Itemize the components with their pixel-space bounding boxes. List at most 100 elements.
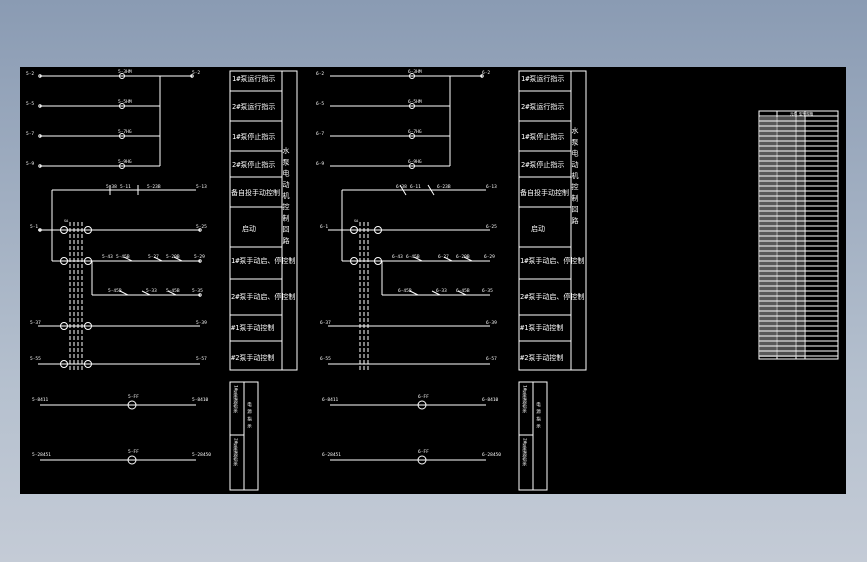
bottom-cell: 1#泵电源指示 xyxy=(233,385,239,413)
right-circuit-panel: 6-2 6-3HM 6-2 6-5 6-5HM 6-7 6-7HG 6-9 6-… xyxy=(316,69,587,491)
wire-label: 5-28451 xyxy=(32,452,51,458)
wire-label: 6-8410 xyxy=(482,397,499,403)
wire-label: 6-37 xyxy=(320,320,331,326)
wire-label: 6-57 xyxy=(486,356,497,362)
desc-cell: 1#泵停止指示 xyxy=(232,132,275,141)
indicator-wires xyxy=(330,73,484,169)
contact-label: 6-27 xyxy=(438,254,449,260)
switch-wire-label: 6-25 xyxy=(486,224,497,230)
wire-label: 6-9 xyxy=(316,161,324,167)
desc-cell: 2#泵手动启、停控制 xyxy=(520,292,584,301)
bus-label: 6-13 xyxy=(486,184,497,190)
wire-label: 5-FF xyxy=(128,449,139,455)
contact-label: 6-45B xyxy=(456,288,470,294)
bus-label: 5-11 xyxy=(120,184,131,190)
wire-label: 5-2 xyxy=(192,70,200,76)
wire-label: 6-8411 xyxy=(322,397,339,403)
wire-label: 5-8410 xyxy=(192,397,209,403)
switch-wire-label: 5-1 xyxy=(30,224,38,230)
desc-cell: 备自投手动控制 xyxy=(231,188,280,197)
contact-label: 5-45B xyxy=(116,254,130,260)
wire-label: 5-5 xyxy=(26,101,34,107)
contact-label: 6-29 xyxy=(484,254,495,260)
bottom-cell: 2#泵电源指示 xyxy=(522,438,528,466)
wire-label: 5-7 xyxy=(26,131,34,137)
contact-label: 6-29B xyxy=(456,254,470,260)
desc-cell: 1#泵运行指示 xyxy=(521,74,564,83)
desc-cell: 1#泵手动启、停控制 xyxy=(520,256,584,265)
wire-label: 5-37 xyxy=(30,320,41,326)
desc-cell: #2泵手动控制 xyxy=(520,353,563,362)
contact-label: 6-33 xyxy=(436,288,447,294)
desc-cell: #1泵手动控制 xyxy=(231,323,274,332)
bus-label: 6-11 xyxy=(410,184,421,190)
switch-wire-label: 6-1 xyxy=(320,224,328,230)
wire-label: 6-2 xyxy=(482,70,490,76)
side-label: 水 泵 电 动 机 控 制 回 路 xyxy=(282,146,290,245)
bus-label: 5-38 xyxy=(106,184,117,190)
desc-cell: 启动 xyxy=(531,224,545,233)
wire-label: 6-55 xyxy=(320,356,331,362)
wire-label: 5-9 xyxy=(26,161,34,167)
side-label: 水 泵 电 动 机 控 制 回 路 xyxy=(571,126,579,225)
switch-wire-label: 5-25 xyxy=(196,224,207,230)
contact-label: 6-43 xyxy=(392,254,403,260)
bottom-cell: 2#泵电源指示 xyxy=(233,438,239,466)
wire-label: 5-7HG xyxy=(118,129,132,135)
wire-label: 6-7 xyxy=(316,131,324,137)
desc-cell: 1#泵停止指示 xyxy=(521,132,564,141)
bus-label: 6-23B xyxy=(437,184,451,190)
bottom-side-label: 电 源 指 示 xyxy=(247,401,252,429)
wire-label: 6-39 xyxy=(486,320,497,326)
wire-label: 6-9HG xyxy=(408,159,422,165)
wire-label: 5-55 xyxy=(30,356,41,362)
wire-label: 6-FF xyxy=(418,449,429,455)
wire-label: 5-9HG xyxy=(118,159,132,165)
wire-label: 5-39 xyxy=(196,320,207,326)
parts-table xyxy=(758,110,839,360)
bottom-cell: 1#泵电源指示 xyxy=(522,385,528,413)
desc-cell: #1泵手动控制 xyxy=(520,323,563,332)
desc-cell: 2#泵运行指示 xyxy=(232,102,275,111)
wire-label: 5-28450 xyxy=(192,452,211,458)
desc-cell: 1#泵手动启、停控制 xyxy=(231,256,295,265)
left-circuit-panel: 5-2 5-3HM 5-2 5-5 5-5HM 5-7 5-7HG 5-9 5-… xyxy=(26,69,211,465)
selector-switch xyxy=(38,222,202,372)
contact-label: 6-35 xyxy=(482,288,493,294)
wire-label: 6-5 xyxy=(316,101,324,107)
wire-label: 5-8411 xyxy=(32,397,49,403)
contact-label: 5-45B xyxy=(166,288,180,294)
contact-label: 5-33 xyxy=(146,288,157,294)
desc-cell: 备自投手动控制 xyxy=(520,188,569,197)
wire-label: 6-7HG xyxy=(408,129,422,135)
desc-cell: 1#泵运行指示 xyxy=(232,74,275,83)
wire-label: 6-28450 xyxy=(482,452,501,458)
bus-label: 5-13 xyxy=(196,184,207,190)
power-indicator-wires xyxy=(330,400,486,465)
wire-label: 5-5HM xyxy=(118,99,132,105)
contact-label: 5-27 xyxy=(148,254,159,260)
parts-table-title: 元件 型号规格 xyxy=(790,111,814,116)
contact-label: 6-45B xyxy=(406,254,420,260)
contact-label: 6-45B xyxy=(398,288,412,294)
contact-label: 5-35 xyxy=(192,288,203,294)
schematic-svg: 5-2 5-3HM 5-2 5-5 5-5HM 5-7 5-7HG 5-9 5-… xyxy=(26,69,839,491)
bus-label: 6-38 xyxy=(396,184,407,190)
contact-label: 5-43 xyxy=(102,254,113,260)
contact-label: 5-29 xyxy=(194,254,205,260)
desc-cell: 2#泵停止指示 xyxy=(521,160,564,169)
wire-label: 5-2 xyxy=(26,71,34,77)
selector-switch xyxy=(328,222,490,372)
wire-label: 5-FF xyxy=(128,394,139,400)
desc-cell: 2#泵手动启、停控制 xyxy=(231,292,295,301)
desc-cell: 2#泵停止指示 xyxy=(232,160,275,169)
contact-label: 5-29B xyxy=(166,254,180,260)
bottom-side-label: 电 源 指 示 xyxy=(536,401,541,429)
switch-label: SA xyxy=(354,219,359,223)
desc-cell: 启动 xyxy=(242,224,256,233)
wire-label: 5-3HM xyxy=(118,69,132,75)
wire-label: 6-28451 xyxy=(322,452,341,458)
drawing-canvas: 5-2 5-3HM 5-2 5-5 5-5HM 5-7 5-7HG 5-9 5-… xyxy=(20,67,846,494)
wire-label: 6-5HM xyxy=(408,99,422,105)
desc-cell: 2#泵运行指示 xyxy=(521,102,564,111)
